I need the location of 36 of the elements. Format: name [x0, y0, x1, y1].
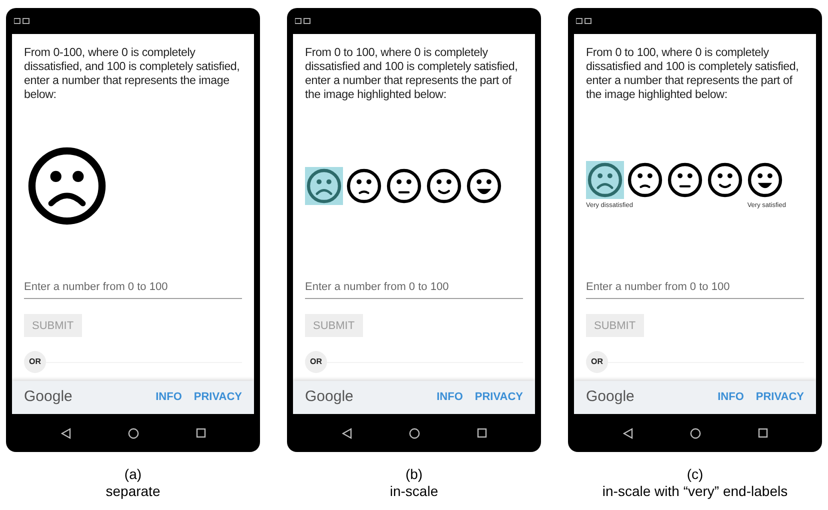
- caption-text: separate: [106, 483, 160, 500]
- footer-link[interactable]: PRIVACY: [474, 389, 523, 406]
- caption-letter: (b): [405, 466, 423, 483]
- or-divider-label: OR: [24, 351, 46, 374]
- brand-text: Google: [305, 387, 354, 408]
- caption-text: in-scale: [390, 483, 438, 500]
- number-input-field[interactable]: Enter a number from 0 to 100: [24, 276, 242, 298]
- prompt-text: From 0 to 100, where 0 is completely dissatisfied and 100 is completely satisfied, enter a number that represents the part of the image highlighted below:: [586, 46, 800, 102]
- recents-icon[interactable]: [758, 428, 768, 438]
- number-input-field[interactable]: Enter a number from 0 to 100: [586, 276, 804, 298]
- footer-link[interactable]: PRIVACY: [194, 389, 242, 406]
- caption-letter: (c): [686, 466, 704, 483]
- home-icon[interactable]: [128, 428, 138, 438]
- prompt-text: From 0-100, where 0 is completely dissatisfied, and 100 is completely satisfied, enter a number that represents the image below:: [24, 46, 241, 102]
- status-icons: [576, 18, 592, 24]
- recents-icon[interactable]: [476, 428, 486, 438]
- back-icon[interactable]: [60, 428, 70, 438]
- caption-text: in-scale with “very” end-labels: [602, 483, 788, 500]
- footer-link[interactable]: INFO: [156, 389, 182, 406]
- home-icon[interactable]: [690, 428, 700, 438]
- footer-link[interactable]: INFO: [436, 389, 463, 406]
- footer-link[interactable]: PRIVACY: [756, 389, 804, 406]
- prompt-text: From 0 to 100, where 0 is completely dissatisfied and 100 is completely satisfied, enter a number that represents the part of the image highlighted below:: [305, 46, 519, 102]
- or-divider-label: OR: [305, 351, 327, 374]
- brand-text: Google: [586, 387, 634, 408]
- number-input-field[interactable]: Enter a number from 0 to 100: [305, 276, 523, 298]
- back-icon[interactable]: [622, 428, 632, 438]
- footer-link[interactable]: INFO: [718, 389, 744, 406]
- status-icons: [295, 18, 311, 24]
- back-icon[interactable]: [342, 428, 352, 438]
- brand-text: Google: [24, 387, 72, 408]
- status-icons: [14, 18, 30, 24]
- recents-icon[interactable]: [196, 428, 206, 438]
- home-icon[interactable]: [408, 428, 420, 438]
- or-divider-label: OR: [586, 351, 608, 374]
- caption-letter: (a): [124, 466, 142, 483]
